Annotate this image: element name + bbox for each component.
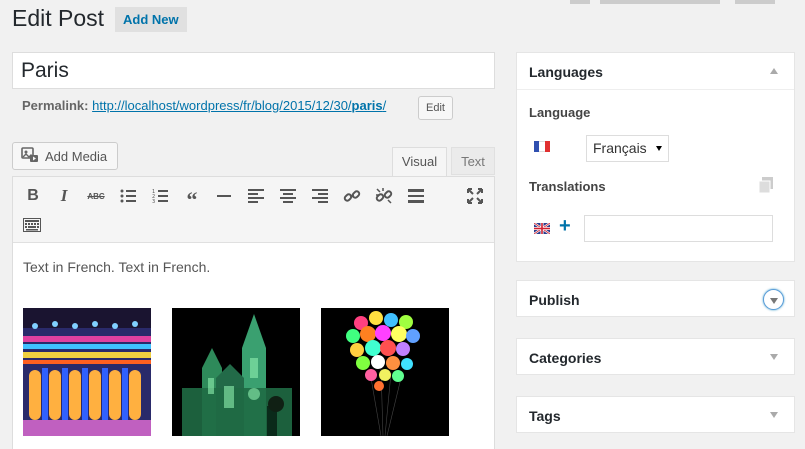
image-illuminated-building[interactable]: [23, 308, 151, 436]
dropdown-caret-icon: [656, 146, 662, 151]
edit-slug-button[interactable]: Edit: [418, 96, 453, 120]
link-icon[interactable]: [341, 185, 363, 207]
tab-visual[interactable]: Visual: [392, 147, 447, 177]
editor-toolbar: B I ABC 123 “: [13, 177, 494, 243]
permalink-trailing: /: [382, 98, 387, 113]
language-select-value: Français: [593, 140, 647, 156]
permalink-label: Permalink:: [22, 98, 89, 113]
screen-options-bar[interactable]: [570, 0, 805, 6]
strikethrough-icon[interactable]: ABC: [85, 185, 107, 207]
fullscreen-icon[interactable]: [464, 185, 486, 207]
categories-title: Categories: [529, 350, 602, 366]
svg-text:3: 3: [152, 199, 155, 203]
add-new-button[interactable]: Add New: [115, 7, 187, 32]
tags-metabox-header[interactable]: Tags: [517, 397, 794, 434]
permalink-row: Permalink: http://localhost/wordpress/fr…: [22, 98, 386, 113]
en-flag-icon: [533, 222, 551, 235]
align-center-icon[interactable]: [277, 185, 299, 207]
publish-metabox-header[interactable]: Publish: [517, 281, 794, 318]
tags-title: Tags: [529, 408, 561, 424]
translation-input[interactable]: [584, 215, 773, 242]
bullet-list-icon[interactable]: [117, 185, 139, 207]
add-media-button[interactable]: Add Media: [12, 142, 119, 170]
publish-metabox: Publish: [516, 280, 795, 317]
numbered-list-icon[interactable]: 123: [149, 185, 171, 207]
permalink-base: http://localhost/wordpress/fr/blog/2015/…: [92, 98, 352, 113]
add-media-icon: [21, 146, 39, 166]
languages-metabox: Languages Language Français Translations…: [516, 52, 795, 262]
languages-metabox-header[interactable]: Languages: [517, 53, 794, 90]
horizontal-rule-icon[interactable]: [213, 185, 235, 207]
bold-icon[interactable]: B: [22, 185, 44, 207]
expand-toggle-icon[interactable]: [763, 289, 784, 310]
align-left-icon[interactable]: [245, 185, 267, 207]
expand-arrow-icon[interactable]: [770, 354, 778, 360]
language-label: Language: [529, 105, 591, 120]
image-colorful-balloons[interactable]: [321, 308, 449, 436]
translations-label: Translations: [529, 179, 606, 194]
publish-title: Publish: [529, 292, 580, 308]
read-more-icon[interactable]: [405, 185, 427, 207]
permalink-slug: paris: [351, 98, 383, 113]
blockquote-icon[interactable]: “: [181, 185, 203, 211]
toolbar-toggle-icon[interactable]: [21, 214, 43, 236]
language-select[interactable]: Français: [586, 135, 669, 162]
italic-icon[interactable]: I: [53, 185, 75, 207]
page-title: Edit Post: [12, 5, 105, 31]
editor-content-text[interactable]: Text in French. Text in French.: [23, 259, 210, 275]
categories-metabox: Categories: [516, 338, 795, 375]
align-right-icon[interactable]: [309, 185, 331, 207]
copy-icon[interactable]: [758, 177, 773, 194]
languages-title: Languages: [529, 64, 603, 80]
tab-text[interactable]: Text: [451, 147, 495, 175]
expand-arrow-icon[interactable]: [770, 412, 778, 418]
fr-flag-icon: [534, 141, 550, 152]
add-translation-icon[interactable]: +: [559, 216, 571, 236]
collapse-arrow-icon[interactable]: [770, 68, 778, 74]
image-green-cathedral[interactable]: [172, 308, 300, 436]
permalink-link[interactable]: http://localhost/wordpress/fr/blog/2015/…: [92, 98, 386, 113]
tags-metabox: Tags: [516, 396, 795, 433]
unlink-icon[interactable]: [373, 185, 395, 207]
categories-metabox-header[interactable]: Categories: [517, 339, 794, 376]
post-title-input[interactable]: [12, 52, 495, 89]
add-media-label: Add Media: [45, 148, 108, 164]
post-editor[interactable]: B I ABC 123 “ Text in French. Text in Fr…: [12, 176, 495, 449]
